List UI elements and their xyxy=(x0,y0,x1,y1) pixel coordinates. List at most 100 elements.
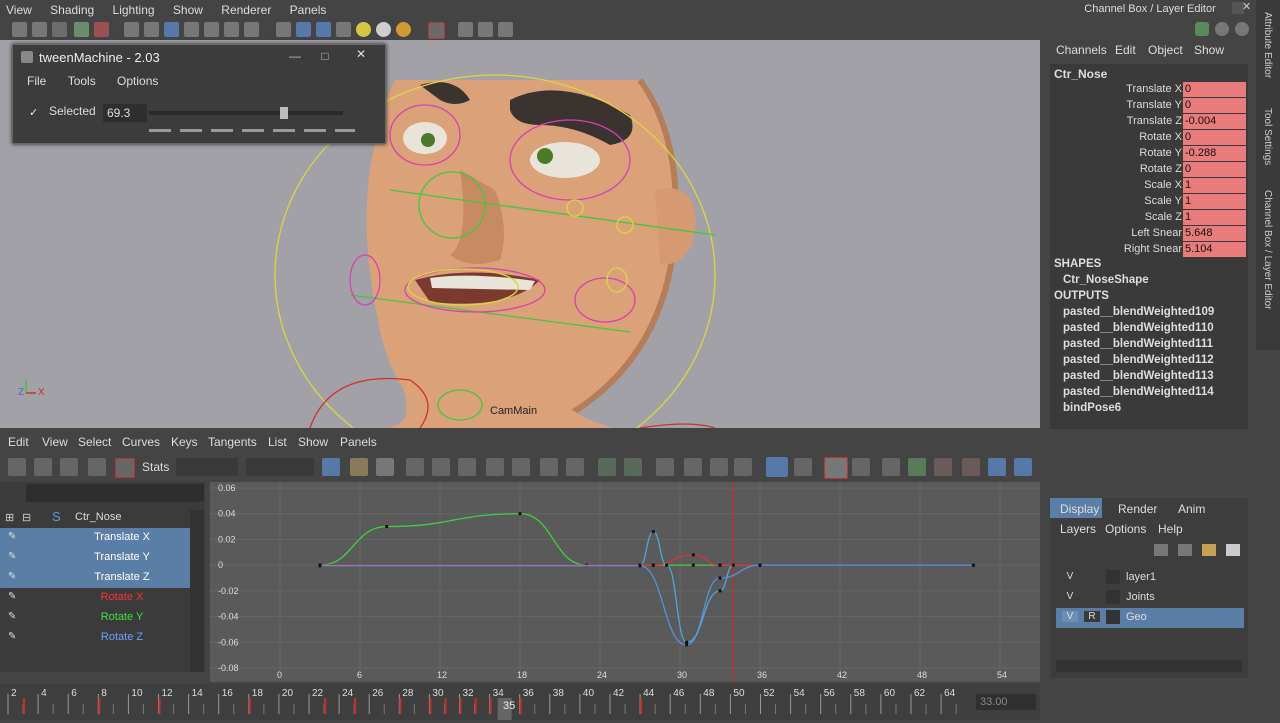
layer-color-swatch[interactable] xyxy=(1106,590,1120,604)
lock-tangent-weight-icon[interactable] xyxy=(734,458,752,476)
outliner-curve-row[interactable]: ✎ Translate Z xyxy=(0,568,190,588)
cb-node-name[interactable]: Ctr_Nose xyxy=(1054,67,1107,81)
new-layer-selected-icon[interactable] xyxy=(1178,544,1192,556)
channel-row[interactable]: Scale X1 xyxy=(1050,178,1248,194)
post-infinity-icon[interactable] xyxy=(962,458,980,476)
clamped-tangent-icon[interactable] xyxy=(458,458,476,476)
cb-menu-object[interactable]: Object xyxy=(1148,43,1183,57)
channel-value-field[interactable]: 0 xyxy=(1183,162,1246,177)
smooth-shade-icon[interactable] xyxy=(296,22,311,37)
layer-name[interactable]: Joints xyxy=(1126,591,1155,603)
menu-show[interactable]: Show xyxy=(167,0,212,17)
channel-row[interactable]: Rotate Z0 xyxy=(1050,162,1248,178)
layer-scrollbar[interactable] xyxy=(1056,660,1242,672)
ge-menu-list[interactable]: List xyxy=(268,435,287,449)
maximize-button[interactable]: □ xyxy=(313,49,337,64)
channel-box-icon[interactable] xyxy=(1195,22,1209,36)
channel-value-field[interactable]: 0 xyxy=(1183,130,1246,145)
channel-row[interactable]: Translate Z -0.004 xyxy=(1050,114,1248,130)
move-key-icon[interactable] xyxy=(8,458,26,476)
channel-value-field[interactable]: 1 xyxy=(1183,210,1246,225)
add-key-icon[interactable] xyxy=(60,458,78,476)
stats-value-field[interactable] xyxy=(246,458,314,476)
layer-menu-help[interactable]: Help xyxy=(1158,522,1183,536)
close-button[interactable]: ✕ xyxy=(349,47,373,62)
lights-icon[interactable] xyxy=(356,22,371,37)
tween-menu-options[interactable]: Options xyxy=(117,74,158,88)
tab-render[interactable]: Render xyxy=(1118,502,1157,516)
layer-name[interactable]: layer1 xyxy=(1126,571,1156,583)
wireframe-icon[interactable] xyxy=(276,22,291,37)
menu-view[interactable]: View xyxy=(0,0,41,17)
outliner-node-row[interactable]: ⊞ ⊟ S Ctr_Nose xyxy=(0,508,190,528)
tween-slider-thumb[interactable] xyxy=(280,107,289,119)
linear-tangent-icon[interactable] xyxy=(486,458,504,476)
buffer-curve-icon[interactable] xyxy=(598,458,616,476)
unify-tangents-icon[interactable] xyxy=(684,458,702,476)
channel-name[interactable]: Translate Y xyxy=(1126,99,1182,111)
safe-title-icon[interactable] xyxy=(244,22,259,37)
layer-visibility-toggle[interactable]: V xyxy=(1062,571,1078,582)
outliner-curve-row[interactable]: ✎ Rotate Y xyxy=(0,608,190,628)
tab-attribute-editor[interactable]: Attribute Editor xyxy=(1262,12,1273,78)
stats-time-field[interactable] xyxy=(176,458,238,476)
image-plane-icon[interactable] xyxy=(74,22,89,37)
lattice-deform-icon[interactable] xyxy=(88,458,106,476)
menu-lighting[interactable]: Lighting xyxy=(107,0,164,17)
menu-shading[interactable]: Shading xyxy=(44,0,103,17)
time-ruler[interactable]: 2 4 6 8 10 12 14 16 18 20 22 24 26 28 30 32 34 36 38 40 42 44… xyxy=(0,684,1040,720)
move-up-layer-icon[interactable] xyxy=(1202,544,1216,556)
channel-name[interactable]: Rotate Z xyxy=(1140,163,1182,175)
cb-menu-channels[interactable]: Channels xyxy=(1056,43,1107,57)
camera-icon[interactable] xyxy=(12,22,27,37)
tween-slider-track[interactable] xyxy=(149,111,343,115)
channel-name[interactable]: Rotate X xyxy=(1139,131,1182,143)
channel-name[interactable]: Translate Z xyxy=(1127,115,1182,127)
layer-menu-layers[interactable]: Layers xyxy=(1060,522,1096,536)
collapse-minus-icon[interactable]: ⊟ xyxy=(22,511,31,524)
outliner-curve-row[interactable]: ✎ Rotate Z xyxy=(0,628,190,648)
textured-icon[interactable] xyxy=(336,22,351,37)
xray-components-icon[interactable] xyxy=(498,22,513,37)
channel-row[interactable]: Translate X0 xyxy=(1050,82,1248,98)
auto-load-icon[interactable] xyxy=(766,457,788,477)
tab-channel-box[interactable]: Channel Box / Layer Editor xyxy=(1262,190,1273,310)
bookmark-icon[interactable] xyxy=(52,22,67,37)
cb-menu-show[interactable]: Show xyxy=(1194,43,1224,57)
ge-menu-show[interactable]: Show xyxy=(298,435,328,449)
output-node[interactable]: pasted__blendWeighted109 xyxy=(1063,306,1214,318)
tween-value-field[interactable]: 69.3 xyxy=(103,104,147,122)
channel-value-field[interactable]: 1 xyxy=(1183,194,1246,209)
outliner-curve-row[interactable]: ✎ Rotate X xyxy=(0,588,190,608)
tab-display[interactable]: Display xyxy=(1060,502,1099,516)
ge-menu-select[interactable]: Select xyxy=(78,435,111,449)
safe-action-icon[interactable] xyxy=(224,22,239,37)
cb-menu-edit[interactable]: Edit xyxy=(1115,43,1136,57)
gate-mask-icon[interactable] xyxy=(184,22,199,37)
time-snap-icon[interactable] xyxy=(824,457,848,479)
expand-plus-icon[interactable]: ⊞ xyxy=(5,511,14,524)
plateau-tangent-icon[interactable] xyxy=(566,458,584,476)
layer-row[interactable]: V R Geo xyxy=(1056,608,1244,628)
layer-name[interactable]: Geo xyxy=(1126,611,1147,623)
trax-editor-icon[interactable] xyxy=(1014,458,1032,476)
layer-color-swatch[interactable] xyxy=(1106,570,1120,584)
ge-menu-edit[interactable]: Edit xyxy=(8,435,29,449)
ge-menu-view[interactable]: View xyxy=(42,435,68,449)
output-node[interactable]: pasted__blendWeighted114 xyxy=(1063,386,1214,398)
layer-editor-icon[interactable] xyxy=(1215,22,1229,36)
tween-menu-file[interactable]: File xyxy=(27,74,46,88)
channel-row[interactable]: Scale Z1 xyxy=(1050,210,1248,226)
ge-menu-keys[interactable]: Keys xyxy=(171,435,198,449)
frame-all-icon[interactable] xyxy=(322,458,340,476)
tab-anim[interactable]: Anim xyxy=(1178,502,1205,516)
outliner-curve-row[interactable]: ✎ Translate Y xyxy=(0,548,190,568)
shape-node[interactable]: Ctr_NoseShape xyxy=(1063,274,1149,286)
wireframe-on-shaded-icon[interactable] xyxy=(316,22,331,37)
channel-name[interactable]: Rotate Y xyxy=(1139,147,1182,159)
channel-row[interactable]: Scale Y1 xyxy=(1050,194,1248,210)
xray-joints-icon[interactable] xyxy=(478,22,493,37)
channel-value-field[interactable]: 5.104 xyxy=(1183,242,1246,257)
tween-menu-tools[interactable]: Tools xyxy=(68,74,96,88)
output-node[interactable]: pasted__blendWeighted112 xyxy=(1063,354,1214,366)
